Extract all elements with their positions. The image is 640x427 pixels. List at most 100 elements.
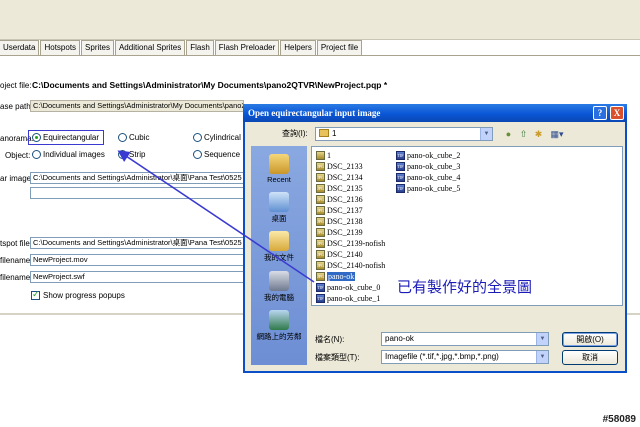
filetype-value: Imagefile (*.tif,*.jpg,*.bmp,*.png) xyxy=(385,352,499,361)
tif-file-icon: TIF xyxy=(316,294,325,303)
place-my-computer-label: 我的電腦 xyxy=(264,293,294,302)
list-item[interactable]: JPG DSC_2137 xyxy=(316,205,363,216)
radio-sequence[interactable]: Sequence xyxy=(193,150,240,159)
filename-input[interactable]: pano-ok ▼ xyxy=(381,332,549,346)
place-desktop[interactable]: 桌面 xyxy=(251,192,307,224)
list-item[interactable]: TIF pano-ok_cube_2 xyxy=(396,150,460,161)
radio-individual-images-label: Individual images xyxy=(43,150,105,159)
list-item[interactable]: JPG DSC_2136 xyxy=(316,194,363,205)
mov-filename-label: filename: xyxy=(0,256,33,265)
show-progress-popups-checkbox[interactable]: Show progress popups xyxy=(31,289,125,300)
view-menu-icon[interactable]: ▦▾ xyxy=(548,129,566,140)
radio-cylindrical-label: Cylindrical xyxy=(204,133,241,142)
filetype-dropdown[interactable]: Imagefile (*.tif,*.jpg,*.bmp,*.png) ▼ xyxy=(381,350,549,364)
lookin-value: 1 xyxy=(332,129,337,138)
dialog-title: Open equirectangular input image xyxy=(248,108,381,118)
tab-flash-preloader[interactable]: Flash Preloader xyxy=(214,40,280,55)
back-icon[interactable]: ● xyxy=(503,129,514,140)
list-item[interactable]: TIF pano-ok_cube_4 xyxy=(396,172,460,183)
filename-label: 檔名(N): xyxy=(315,335,345,344)
chevron-down-icon[interactable]: ▼ xyxy=(536,351,548,363)
output-path-field[interactable]: C:\Documents and Settings\Administrator\… xyxy=(30,237,244,249)
network-icon xyxy=(269,310,289,330)
image-label: ar image: xyxy=(0,174,34,183)
chevron-down-icon[interactable]: ▼ xyxy=(480,128,492,140)
tif-file-icon: TIF xyxy=(396,184,405,193)
tab-userdata[interactable]: Userdata xyxy=(0,40,40,55)
list-item[interactable]: JPG DSC_2135 xyxy=(316,183,363,194)
close-button[interactable]: X xyxy=(610,106,624,120)
radio-strip[interactable]: Strip xyxy=(118,150,145,159)
chevron-down-icon[interactable]: ▼ xyxy=(536,333,548,345)
tab-additional-sprites[interactable]: Additional Sprites xyxy=(114,40,186,55)
list-item[interactable]: JPG DSC_2139-nofish xyxy=(316,238,385,249)
up-folder-icon[interactable]: ⇧ xyxy=(518,129,529,140)
place-recent[interactable]: Recent xyxy=(251,154,307,184)
base-path-label: ase path: xyxy=(0,102,33,111)
list-item[interactable]: TIF pano-ok_cube_3 xyxy=(396,161,460,172)
place-my-documents-label: 我的文件 xyxy=(264,253,294,262)
tab-flash[interactable]: Flash xyxy=(186,40,214,55)
tab-project-file[interactable]: Project file xyxy=(316,40,363,55)
tif-file-icon: TIF xyxy=(396,162,405,171)
list-item[interactable]: JPG DSC_2133 xyxy=(316,161,363,172)
tab-hotspots[interactable]: Hotspots xyxy=(40,40,81,55)
list-item[interactable]: 1 xyxy=(316,150,331,161)
image-file-icon: JPG xyxy=(316,228,325,237)
image-path-field-2[interactable] xyxy=(30,187,244,199)
place-my-computer[interactable]: 我的電腦 xyxy=(251,271,307,303)
recent-icon xyxy=(269,154,289,174)
image-file-icon: JPG xyxy=(316,272,325,281)
radio-dot xyxy=(193,133,202,142)
base-path-field: C:\Documents and Settings\Administrator\… xyxy=(30,100,244,112)
place-recent-label: Recent xyxy=(267,175,291,184)
tif-file-icon: TIF xyxy=(396,173,405,182)
list-item[interactable]: TIF pano-ok_cube_1 xyxy=(316,293,380,304)
lookin-dropdown[interactable]: 1 ▼ xyxy=(315,127,493,141)
mov-filename-field[interactable]: NewProject.mov xyxy=(30,254,244,266)
desktop-icon xyxy=(269,192,289,212)
place-network[interactable]: 網路上的芳鄰 xyxy=(251,310,307,342)
toolbar-area xyxy=(0,0,640,40)
tif-file-icon: TIF xyxy=(396,151,405,160)
list-item[interactable]: JPG DSC_2140-nofish xyxy=(316,260,385,271)
radio-individual-images[interactable]: Individual images xyxy=(32,150,105,159)
list-item[interactable]: TIF pano-ok_cube_5 xyxy=(396,183,460,194)
watermark: #58089 xyxy=(602,414,636,425)
list-item-selected[interactable]: JPG pano-ok xyxy=(316,271,356,282)
swf-filename-label: filename: xyxy=(0,273,33,282)
annotation-text: 已有製作好的全景圖 xyxy=(397,278,533,296)
swf-filename-field[interactable]: NewProject.swf xyxy=(30,271,244,283)
image-file-icon: JPG xyxy=(316,184,325,193)
image-file-icon: JPG xyxy=(316,206,325,215)
list-item[interactable]: JPG DSC_2140 xyxy=(316,249,363,260)
new-folder-icon[interactable]: ✱ xyxy=(533,129,544,140)
project-file-label: oject file: xyxy=(0,81,32,90)
help-button[interactable]: ? xyxy=(593,106,607,120)
show-progress-popups-label: Show progress popups xyxy=(43,291,125,300)
image-file-icon: JPG xyxy=(316,261,325,270)
image-file-icon: JPG xyxy=(316,217,325,226)
radio-sequence-label: Sequence xyxy=(204,150,241,159)
radio-strip-label: Strip xyxy=(129,150,146,159)
list-item[interactable]: TIF pano-ok_cube_0 xyxy=(316,282,380,293)
dialog-title-bar: Open equirectangular input image ? X xyxy=(243,104,627,122)
list-item[interactable]: JPG DSC_2138 xyxy=(316,216,363,227)
list-item[interactable]: JPG DSC_2139 xyxy=(316,227,363,238)
open-button[interactable]: 開啟(O) xyxy=(562,332,618,347)
place-my-documents[interactable]: 我的文件 xyxy=(251,231,307,263)
radio-cubic[interactable]: Cubic xyxy=(118,133,149,142)
image-path-field[interactable]: C:\Documents and Settings\Administrator\… xyxy=(30,172,244,184)
selection-highlight-box xyxy=(28,130,104,145)
image-file-icon: JPG xyxy=(316,162,325,171)
radio-dot xyxy=(32,150,41,159)
place-desktop-label: 桌面 xyxy=(271,214,287,223)
cancel-button[interactable]: 取消 xyxy=(562,350,618,365)
folder-icon xyxy=(319,129,329,137)
image-file-icon: JPG xyxy=(316,239,325,248)
radio-cylindrical[interactable]: Cylindrical xyxy=(193,133,241,142)
project-file-value: C:\Documents and Settings\Administrator\… xyxy=(32,80,388,90)
list-item[interactable]: JPG DSC_2134 xyxy=(316,172,363,183)
tab-helpers[interactable]: Helpers xyxy=(280,40,316,55)
tab-sprites[interactable]: Sprites xyxy=(81,40,114,55)
